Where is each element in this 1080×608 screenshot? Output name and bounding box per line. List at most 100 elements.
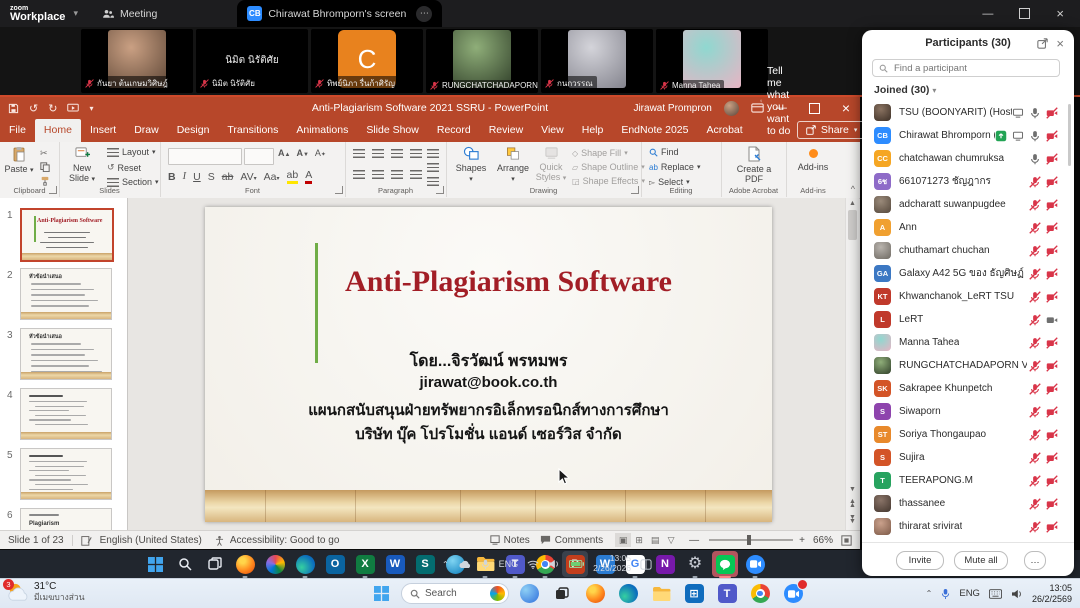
slide-title[interactable]: Anti-Plagiarism Software [265, 265, 752, 299]
participant-row[interactable]: CCchatchawan chumruksa [862, 147, 1068, 170]
participants-scrollbar[interactable] [1068, 104, 1071, 166]
editor-scrollbar[interactable]: ▲ ▼ ▲▲ ▼▼ [845, 198, 859, 530]
ribbon-tab-acrobat[interactable]: Acrobat [697, 119, 751, 142]
accessibility-icon[interactable] [214, 535, 225, 546]
tray-chevron-icon[interactable]: ⌃ [926, 589, 933, 598]
create-pdf-button[interactable]: Create a PDF [734, 146, 774, 185]
video-off-icon[interactable] [1046, 360, 1058, 372]
mic-off-icon[interactable] [1029, 360, 1041, 372]
invite-button[interactable]: Invite [896, 551, 944, 570]
participant-row[interactable]: Manna Tahea [862, 331, 1068, 354]
font-size-box[interactable] [244, 148, 274, 165]
host-clock-date[interactable]: 26/2/2569 [1032, 594, 1072, 605]
slide-byline[interactable]: โดย...จิรวัฒน์ พรหมพร [205, 349, 772, 374]
layout-button[interactable]: Layout▾ [107, 147, 156, 157]
align-right-icon[interactable] [391, 170, 403, 179]
video-off-icon[interactable] [1046, 245, 1058, 257]
participant-row[interactable]: RUNGCHATCHADAPORN VAHACHART [862, 354, 1068, 377]
qat-customize-icon[interactable]: ▾ [89, 104, 93, 113]
next-slide-button[interactable]: ▼▼ [849, 516, 856, 524]
close-panel-icon[interactable]: × [1056, 36, 1064, 51]
tab-meeting[interactable]: Meeting [92, 0, 167, 27]
video-tile[interactable]: กนกวรรณ [541, 29, 653, 93]
store-icon[interactable]: ⊞ [681, 581, 707, 607]
photos-icon[interactable] [262, 551, 288, 577]
minimize-button[interactable]: — [982, 8, 993, 20]
slide-thumbnail-preview[interactable]: Plagiarism [20, 508, 112, 530]
paste-button[interactable]: Paste ▾ [0, 146, 38, 175]
mic-off-icon[interactable] [1029, 199, 1041, 211]
search-pill[interactable]: Search [401, 583, 509, 604]
ribbon-tab-view[interactable]: View [532, 119, 573, 142]
start-icon[interactable] [368, 581, 394, 607]
host-clock-time[interactable]: 13:05 [1032, 583, 1072, 594]
mic-on-icon[interactable] [1029, 153, 1041, 165]
redo-icon[interactable]: ↻ [48, 102, 57, 115]
joined-section-header[interactable]: Joined (30) ▾ [874, 84, 936, 96]
share-icon[interactable] [995, 130, 1007, 142]
cut-button[interactable]: ✂ [40, 148, 48, 159]
maximize-button[interactable] [1019, 8, 1030, 19]
slide-thumbnail-preview[interactable]: Anti-Plagiarism Software [20, 208, 114, 262]
underline-button[interactable]: U [193, 171, 201, 183]
ribbon-tab-draw[interactable]: Draw [125, 119, 168, 142]
zoom-icon[interactable] [742, 551, 768, 577]
mic-off-icon[interactable] [1029, 452, 1041, 464]
firefox-icon[interactable] [232, 551, 258, 577]
zoom-icon[interactable] [780, 581, 806, 607]
participant-search-box[interactable] [872, 59, 1060, 77]
participant-row[interactable]: GAGalaxy A42 5G ของ ธัญศิษฏ์ [862, 262, 1068, 285]
search-input[interactable] [892, 62, 1046, 75]
video-off-icon[interactable] [1046, 406, 1058, 418]
mic-tray-icon[interactable] [481, 559, 490, 570]
notification-icon[interactable] [640, 559, 652, 570]
undo-icon[interactable]: ↺ [29, 102, 38, 115]
justify-icon[interactable] [410, 170, 422, 179]
close-button[interactable]: × [842, 100, 850, 116]
decrease-font-button[interactable]: A▼ [296, 148, 308, 158]
highlight-color-button[interactable]: ab [287, 169, 299, 184]
line-icon[interactable] [712, 551, 738, 577]
bold-button[interactable]: B [168, 171, 176, 183]
restore-button[interactable] [809, 103, 820, 114]
mic-off-icon[interactable] [1029, 222, 1041, 234]
reset-button[interactable]: ↺Reset [107, 162, 141, 173]
video-on-icon[interactable] [1046, 314, 1058, 326]
collapse-ribbon-icon[interactable]: ^ [851, 184, 855, 194]
video-off-icon[interactable] [1046, 475, 1058, 487]
save-icon[interactable] [8, 103, 19, 114]
zoom-slider-thumb[interactable] [747, 535, 751, 545]
search-icon[interactable] [172, 551, 198, 577]
align-text-icon[interactable] [427, 163, 439, 172]
volume-icon[interactable] [548, 559, 560, 569]
zoom-slider[interactable] [709, 539, 793, 541]
participant-row[interactable]: AAnn [862, 216, 1068, 239]
mic-off-icon[interactable] [1029, 176, 1041, 188]
excel-icon[interactable]: X [352, 551, 378, 577]
mic-tray-icon[interactable] [941, 588, 950, 600]
file-explorer-icon[interactable] [648, 581, 674, 607]
teams-icon[interactable]: T [714, 581, 740, 607]
align-left-icon[interactable] [353, 170, 365, 179]
word-icon[interactable]: W [382, 551, 408, 577]
participant-row[interactable]: LLeRT [862, 308, 1068, 331]
video-off-icon[interactable] [1046, 153, 1058, 165]
participant-row[interactable]: SSiwaporn [862, 400, 1068, 423]
mic-off-icon[interactable] [1029, 291, 1041, 303]
video-off-icon[interactable] [1046, 222, 1058, 234]
ribbon-tab-endnote-2025[interactable]: EndNote 2025 [612, 119, 697, 142]
slide-thumbnail-preview[interactable] [20, 448, 112, 500]
scroll-down-icon[interactable]: ▼ [849, 486, 856, 493]
ribbon-tab-insert[interactable]: Insert [81, 119, 125, 142]
video-tile[interactable]: กันยา ต้นเกษมวิศิษฎ์ [81, 29, 193, 93]
slide-thumbnail-preview[interactable] [20, 388, 112, 440]
volume-icon[interactable] [1011, 589, 1023, 599]
copilot-icon[interactable] [516, 581, 542, 607]
mute-all-button[interactable]: Mute all [954, 551, 1008, 570]
notes-pencil-icon[interactable] [81, 535, 92, 546]
task-view-icon[interactable] [549, 581, 575, 607]
account-name[interactable]: Jirawat Prompron [633, 103, 711, 114]
smartart-convert-icon[interactable] [427, 177, 439, 186]
tab-shared-screen[interactable]: CB Chirawat Bhromporn's screen ⋯ [237, 0, 442, 27]
video-off-icon[interactable] [1046, 268, 1058, 280]
